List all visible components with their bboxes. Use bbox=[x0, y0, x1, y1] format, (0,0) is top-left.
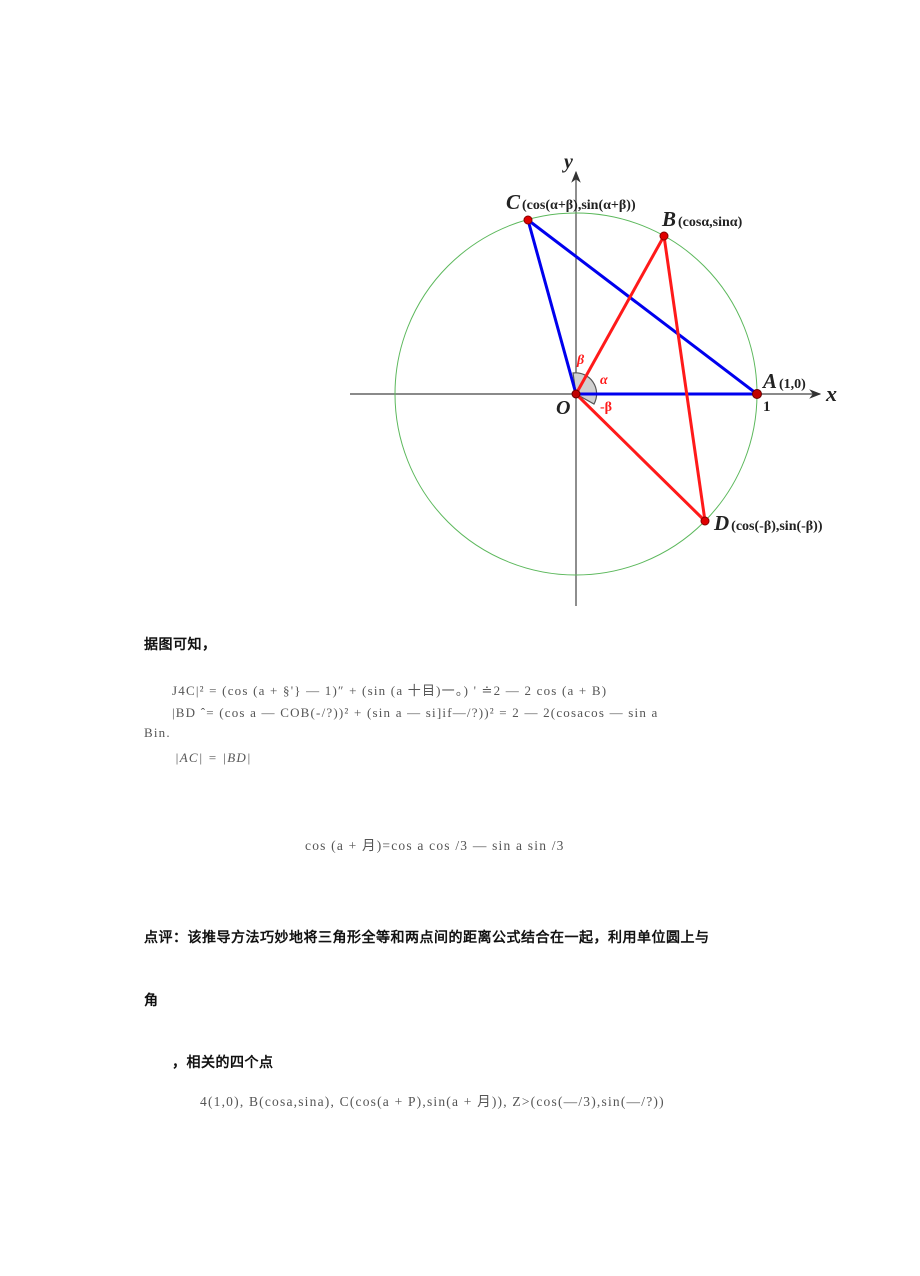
angle-label-neg-beta: -β bbox=[600, 400, 612, 415]
angle-label-alpha: α bbox=[600, 373, 608, 388]
label-A: A (1,0) bbox=[761, 369, 806, 393]
point-A bbox=[752, 389, 762, 399]
angle-label-beta: β bbox=[576, 353, 585, 368]
triangle-BOD bbox=[574, 235, 707, 523]
unit-circle-figure: y x O 1 C (cos(α+β),sin(α+β)) B (cosα,sinα… bbox=[350, 151, 837, 606]
origin-label: O bbox=[556, 397, 570, 419]
points-list: 4(1,0), B(cosa,sina), C(cos(a + P),sin(a… bbox=[200, 1094, 665, 1109]
x-axis-label: x bbox=[825, 381, 837, 406]
point-O bbox=[571, 389, 581, 399]
comment-text: 点评：该推导方法巧妙地将三角形全等和两点间的距离公式结合在一起，利用单位圆上与 bbox=[144, 930, 710, 946]
comment-continued: 角 bbox=[144, 993, 159, 1009]
points-intro: ，相关的四个点 bbox=[172, 1055, 274, 1071]
y-axis-label: y bbox=[562, 151, 573, 173]
point-D bbox=[700, 516, 710, 526]
equation-bd-squared: |BD ˆ= (cos a — COB(-/?))² + (sin a — si… bbox=[172, 705, 659, 720]
equation-ac-squared: J4C|² = (cos (a + §'} — 1)″ + (sin (a 十目… bbox=[172, 683, 608, 698]
point-B bbox=[659, 231, 669, 241]
point-C bbox=[523, 215, 533, 225]
result-formula: cos (a + 月)=cos a cos /3 — sin a sin /3 bbox=[305, 838, 565, 853]
intro-text: 据图可知， bbox=[144, 637, 217, 653]
triangle-AOC bbox=[526, 218, 758, 396]
label-D: D (cos(-β),sin(-β)) bbox=[713, 511, 823, 535]
label-C: C (cos(α+β),sin(α+β)) bbox=[506, 190, 636, 214]
unit-tick-label: 1 bbox=[763, 399, 771, 415]
label-B: B (cosα,sinα) bbox=[661, 207, 743, 231]
equation-ac-equals-bd: |AC| = |BD| bbox=[175, 750, 252, 765]
equation-bd-continued: Bin. bbox=[144, 725, 171, 740]
